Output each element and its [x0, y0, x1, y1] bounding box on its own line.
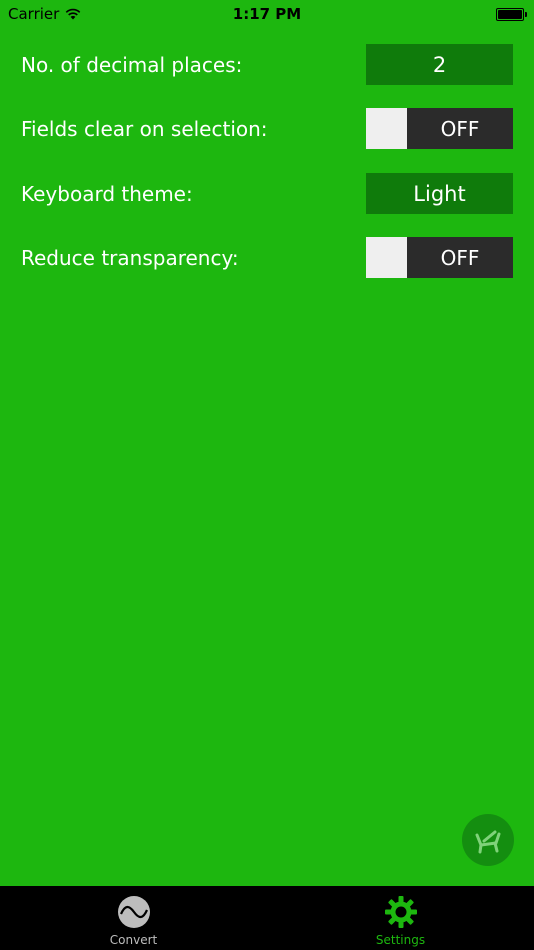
fields-clear-label: Fields clear on selection:: [21, 116, 268, 141]
setting-row-keyboard-theme: Keyboard theme: Light: [0, 173, 534, 214]
keyboard-theme-label: Keyboard theme:: [21, 181, 193, 206]
recliner-icon: [475, 830, 501, 854]
tab-convert[interactable]: Convert: [0, 886, 267, 950]
decimal-places-value: 2: [432, 52, 447, 77]
tab-bar: Convert Settings: [0, 886, 534, 950]
toggle-state: OFF: [407, 108, 513, 149]
gear-icon: [384, 896, 417, 928]
status-bar: Carrier 1:17 PM: [0, 0, 534, 28]
reduce-transparency-state: OFF: [440, 245, 480, 270]
reduce-transparency-label: Reduce transparency:: [21, 245, 239, 270]
toggle-knob: [366, 108, 407, 149]
decimal-places-button[interactable]: 2: [366, 44, 513, 85]
status-time: 1:17 PM: [232, 5, 302, 23]
toggle-state: OFF: [407, 237, 513, 278]
wave-icon: [117, 896, 150, 928]
fields-clear-toggle[interactable]: OFF: [366, 108, 513, 149]
battery-icon: [496, 8, 527, 21]
tab-settings-label: Settings: [375, 933, 426, 947]
setting-row-reduce-transparency: Reduce transparency: OFF: [0, 237, 534, 278]
setting-row-decimal-places: No. of decimal places: 2: [0, 44, 534, 85]
keyboard-theme-button[interactable]: Light: [366, 173, 513, 214]
keyboard-theme-value: Light: [413, 181, 466, 206]
decimal-places-label: No. of decimal places:: [21, 52, 243, 77]
tab-convert-label: Convert: [109, 933, 158, 947]
setting-row-fields-clear: Fields clear on selection: OFF: [0, 108, 534, 149]
reduce-transparency-toggle[interactable]: OFF: [366, 237, 513, 278]
toggle-knob: [366, 237, 407, 278]
settings-screen: Carrier 1:17 PM No. of decimal places: 2…: [0, 0, 534, 950]
recliner-button[interactable]: [462, 814, 514, 866]
tab-settings[interactable]: Settings: [267, 886, 534, 950]
fields-clear-state: OFF: [440, 116, 480, 141]
